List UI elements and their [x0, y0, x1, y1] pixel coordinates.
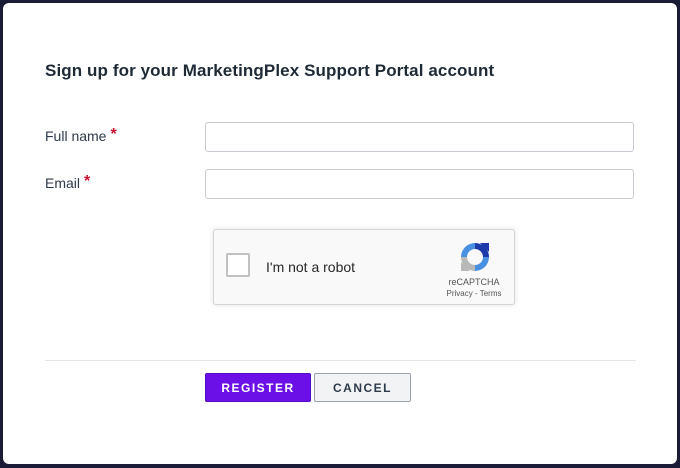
recaptcha-checkbox[interactable] — [226, 253, 250, 277]
recaptcha-brand: reCAPTCHA — [448, 277, 500, 287]
email-label: Email * — [45, 173, 91, 193]
full-name-label: Full name * — [45, 126, 117, 146]
required-marker: * — [110, 126, 117, 143]
email-label-text: Email — [45, 175, 81, 191]
recaptcha-link-separator: - — [472, 289, 480, 298]
register-button[interactable]: REGISTER — [205, 373, 311, 402]
signup-dialog: Sign up for your MarketingPlex Support P… — [3, 3, 677, 464]
dialog-title: Sign up for your MarketingPlex Support P… — [45, 61, 495, 80]
full-name-label-text: Full name — [45, 128, 107, 144]
cancel-button[interactable]: CANCEL — [314, 373, 411, 402]
recaptcha-label: I'm not a robot — [266, 259, 356, 275]
recaptcha-terms-link[interactable]: Terms — [480, 289, 502, 298]
email-input[interactable] — [205, 169, 634, 199]
divider — [45, 360, 636, 361]
recaptcha-privacy-link[interactable]: Privacy — [447, 289, 473, 298]
full-name-input[interactable] — [205, 122, 634, 152]
recaptcha-widget: I'm not a robot reCAPTCHA Privacy - Term… — [213, 229, 515, 305]
recaptcha-links: Privacy - Terms — [434, 289, 514, 298]
recaptcha-logo-icon — [461, 243, 489, 271]
required-marker: * — [84, 173, 91, 190]
